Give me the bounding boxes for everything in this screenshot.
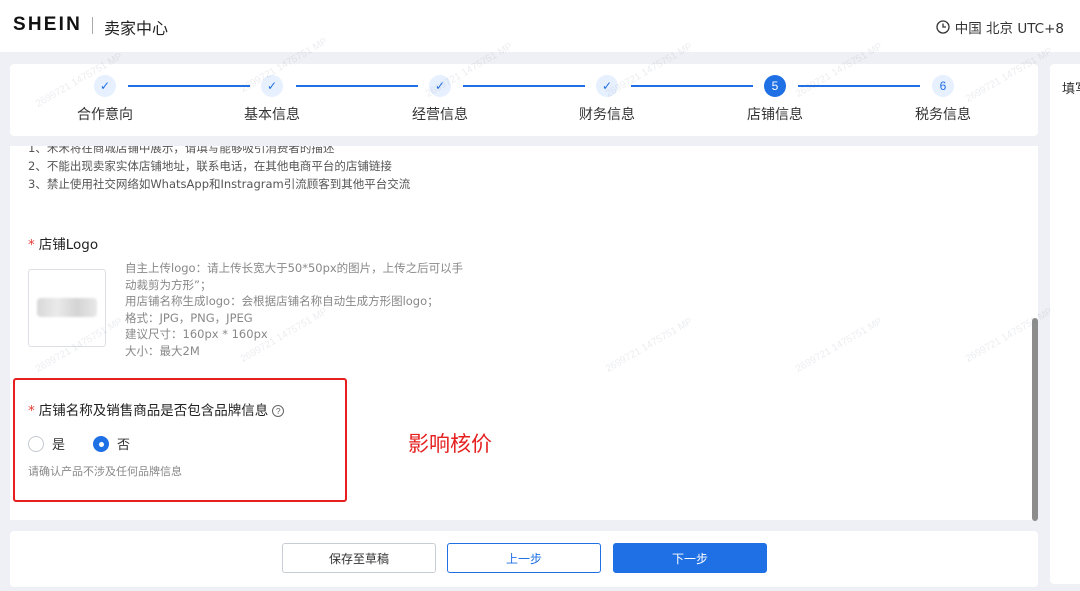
top-bar: SHEIN 卖家中心 中国 北京 UTC+8 — [0, 0, 1080, 52]
logo-field-label: 店铺Logo — [38, 237, 99, 253]
step-number: 5 — [764, 75, 786, 97]
step-tax-info[interactable]: 6 税务信息 — [883, 75, 1003, 124]
logo-requirements: 自主上传logo：请上传长宽大于50*50px的图片，上传之后可以手动裁剪为方形… — [125, 260, 470, 359]
shein-logo[interactable]: SHEIN — [13, 14, 82, 36]
required-mark: * — [28, 237, 35, 253]
annotation-highlight-box — [13, 378, 347, 502]
logo-requirement: 自主上传logo：请上传长宽大于50*50px的图片，上传之后可以手动裁剪为方形… — [125, 261, 464, 292]
logo-requirement: 建议尺寸：160px * 160px — [125, 327, 268, 341]
logo-requirement: 用店铺名称生成logo：会根据店铺名称自动生成方形图logo； — [125, 294, 439, 308]
step-label: 经营信息 — [412, 107, 468, 123]
check-icon: ✓ — [596, 75, 618, 97]
side-panel-title: 填写 — [1062, 82, 1080, 97]
rule-item: 1、禾禾将在商城店铺中展示，请填写能够吸引消费者的描述 — [28, 146, 335, 155]
logo-requirement: 大小：最大2M — [125, 343, 200, 358]
progress-steps: ✓ 合作意向 ✓ 基本信息 ✓ 经营信息 ✓ 财务信息 5 店铺信息 6 税务信… — [10, 64, 1038, 136]
portal-title: 卖家中心 — [104, 19, 169, 38]
next-step-button[interactable]: 下一步 — [613, 543, 767, 573]
form-footer: 保存至草稿 上一步 下一步 — [10, 531, 1038, 587]
timezone-selector[interactable]: 中国 北京 UTC+8 — [936, 17, 1064, 37]
step-label: 合作意向 — [77, 107, 133, 123]
logo-preview-image — [37, 298, 97, 317]
step-number: 6 — [932, 75, 954, 97]
step-store-info[interactable]: 5 店铺信息 — [715, 75, 835, 124]
step-basic-info[interactable]: ✓ 基本信息 — [212, 75, 332, 124]
timezone-label: 中国 北京 UTC+8 — [954, 21, 1064, 37]
step-cooperation[interactable]: ✓ 合作意向 — [45, 75, 165, 124]
scrollbar-thumb[interactable] — [1032, 318, 1038, 521]
rule-item: 2、不能出现卖家实体店铺地址，联系电话，在其他电商平台的店铺链接 — [28, 159, 392, 173]
header-divider — [92, 17, 93, 34]
annotation-text: 影响核价 — [408, 432, 492, 456]
rule-item: 3、禁止使用社交网络如WhatsApp和Instragram引流顾客到其他平台交… — [28, 177, 411, 191]
check-icon: ✓ — [261, 75, 283, 97]
step-label: 基本信息 — [244, 107, 300, 123]
prev-step-button[interactable]: 上一步 — [447, 543, 601, 573]
store-description-rules: 1、禾禾将在商城店铺中展示，请填写能够吸引消费者的描述 2、不能出现卖家实体店铺… — [28, 146, 410, 193]
step-label: 税务信息 — [915, 107, 971, 123]
logo-field-title: * 店铺Logo — [28, 233, 98, 253]
step-finance-info[interactable]: ✓ 财务信息 — [547, 75, 667, 124]
side-panel: 填写 — [1050, 64, 1080, 584]
logo-upload[interactable] — [28, 269, 106, 347]
step-business-info[interactable]: ✓ 经营信息 — [380, 75, 500, 124]
logo-requirement: 格式：JPG，PNG，JPEG — [125, 310, 253, 325]
step-label: 财务信息 — [579, 107, 635, 123]
check-icon: ✓ — [94, 75, 116, 97]
clock-icon — [936, 20, 950, 34]
save-draft-button[interactable]: 保存至草稿 — [282, 543, 436, 573]
step-label: 店铺信息 — [747, 107, 803, 123]
check-icon: ✓ — [429, 75, 451, 97]
